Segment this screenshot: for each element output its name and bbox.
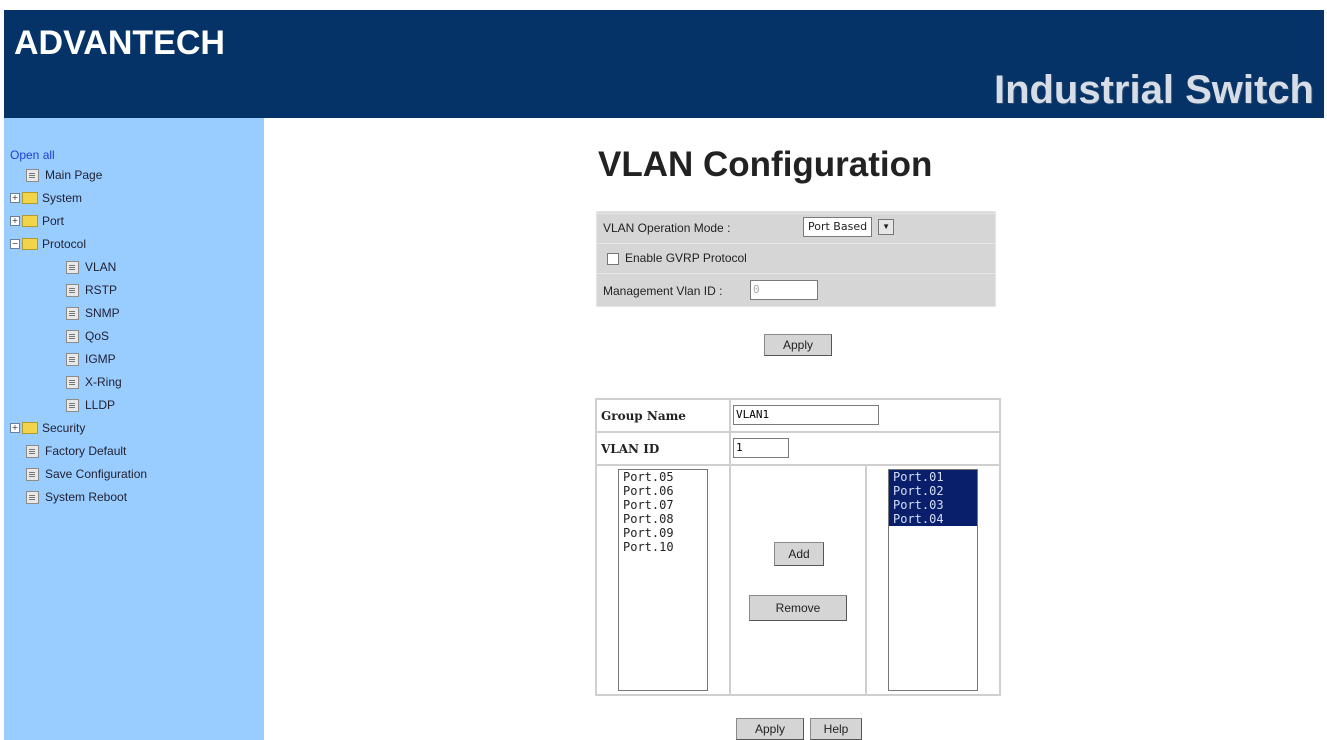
port-option[interactable]: Port.08 xyxy=(619,512,707,526)
page-icon xyxy=(66,306,79,320)
page-icon xyxy=(66,352,79,366)
port-option[interactable]: Port.04 xyxy=(889,512,977,526)
vlan-id-label: VLAN ID xyxy=(601,442,660,456)
available-ports-list[interactable]: Port.05 Port.06 Port.07 Port.08 Port.09 Port.… xyxy=(618,469,708,691)
member-ports-list[interactable]: Port.01 Port.02 Port.03 Port.04 xyxy=(888,469,978,691)
page-icon xyxy=(26,168,39,182)
expand-icon[interactable]: + xyxy=(10,216,20,226)
mgmt-vlan-input[interactable]: 0 xyxy=(750,280,818,300)
page-icon xyxy=(66,375,79,389)
sidebar-item-protocol[interactable]: − Protocol xyxy=(10,236,86,252)
sidebar-item-port[interactable]: + Port xyxy=(10,213,64,229)
sidebar-item-rstp[interactable]: RSTP xyxy=(66,282,117,298)
brand-logo: ADVANTECH xyxy=(14,24,225,62)
port-option[interactable]: Port.03 xyxy=(889,498,977,512)
expand-icon[interactable]: + xyxy=(10,193,20,203)
port-option[interactable]: Port.06 xyxy=(619,484,707,498)
page-icon xyxy=(26,444,39,458)
gvrp-checkbox[interactable] xyxy=(607,252,619,265)
remove-button[interactable]: Remove xyxy=(749,595,847,621)
sidebar-item-system[interactable]: + System xyxy=(10,190,82,206)
header-banner: ADVANTECH Industrial Switch xyxy=(4,10,1324,118)
sidebar-item-igmp[interactable]: IGMP xyxy=(66,351,116,367)
sidebar-item-label: System Reboot xyxy=(45,490,128,504)
port-option[interactable]: Port.02 xyxy=(889,484,977,498)
sidebar-item-security[interactable]: + Security xyxy=(10,420,85,436)
sidebar-item-label: IGMP xyxy=(85,352,116,366)
collapse-icon[interactable]: − xyxy=(10,239,20,249)
vlan-id-input[interactable]: 1 xyxy=(733,438,789,458)
sidebar-item-save-configuration[interactable]: Save Configuration xyxy=(26,466,147,482)
apply-bottom-button[interactable]: Apply xyxy=(736,718,804,740)
folder-icon xyxy=(22,422,38,434)
sidebar-item-label: Security xyxy=(42,421,86,435)
sidebar-item-qos[interactable]: QoS xyxy=(66,328,109,344)
page-icon xyxy=(66,398,79,412)
sidebar-item-label: QoS xyxy=(85,329,110,343)
sidebar-item-label: SNMP xyxy=(85,306,120,320)
product-title: Industrial Switch xyxy=(993,68,1314,112)
sidebar-item-main-page[interactable]: Main Page xyxy=(26,167,102,183)
page-icon xyxy=(26,490,39,504)
sidebar-item-system-reboot[interactable]: System Reboot xyxy=(26,489,127,505)
group-name-label: Group Name xyxy=(601,409,686,423)
open-all-link[interactable]: Open all xyxy=(10,148,55,162)
mode-label: VLAN Operation Mode : xyxy=(603,221,731,235)
sidebar-item-label: Factory Default xyxy=(45,444,127,458)
sidebar-item-lldp[interactable]: LLDP xyxy=(66,397,115,413)
sidebar-item-label: Save Configuration xyxy=(45,467,148,481)
sidebar-item-label: Protocol xyxy=(42,237,87,251)
page-title: VLAN Configuration xyxy=(598,145,933,184)
port-option[interactable]: Port.05 xyxy=(619,470,707,484)
sidebar-item-factory-default[interactable]: Factory Default xyxy=(26,443,126,459)
sidebar-item-vlan[interactable]: VLAN xyxy=(66,259,116,275)
gvrp-label: Enable GVRP Protocol xyxy=(625,251,747,265)
add-button[interactable]: Add xyxy=(774,542,824,566)
mode-select[interactable]: Port Based xyxy=(803,217,873,237)
port-option[interactable]: Port.07 xyxy=(619,498,707,512)
vlan-group-table: Group Name VLAN1 VLAN ID 1 Port.05 Port.0… xyxy=(595,398,1001,696)
sidebar-item-label: X-Ring xyxy=(85,375,122,389)
expand-icon[interactable]: + xyxy=(10,423,20,433)
sidebar-item-label: Main Page xyxy=(45,168,103,182)
port-option[interactable]: Port.09 xyxy=(619,526,707,540)
mgmt-vlan-label: Management Vlan ID : xyxy=(603,284,723,298)
port-option[interactable]: Port.10 xyxy=(619,540,707,554)
sidebar-item-label: Port xyxy=(42,214,65,228)
sidebar-item-label: RSTP xyxy=(85,283,118,297)
port-option[interactable]: Port.01 xyxy=(889,470,977,484)
apply-button[interactable]: Apply xyxy=(764,334,832,356)
sidebar-item-snmp[interactable]: SNMP xyxy=(66,305,120,321)
folder-icon xyxy=(22,192,38,204)
page-icon xyxy=(66,260,79,274)
sidebar-item-label: VLAN xyxy=(85,260,117,274)
chevron-down-icon[interactable]: ▼ xyxy=(878,219,895,235)
folder-open-icon xyxy=(22,238,38,250)
sidebar-item-label: System xyxy=(42,191,83,205)
group-name-input[interactable]: VLAN1 xyxy=(733,405,879,425)
page-icon xyxy=(66,283,79,297)
sidebar: Open all Main Page + System + Port − Protocol V… xyxy=(4,118,264,740)
vlan-settings-table: VLAN Operation Mode : Port Based ▼ Enable… xyxy=(596,211,996,307)
page-icon xyxy=(66,329,79,343)
page-icon xyxy=(26,467,39,481)
sidebar-item-x-ring[interactable]: X-Ring xyxy=(66,374,122,390)
sidebar-item-label: LLDP xyxy=(85,398,116,412)
folder-icon xyxy=(22,215,38,227)
help-button[interactable]: Help xyxy=(810,718,862,740)
